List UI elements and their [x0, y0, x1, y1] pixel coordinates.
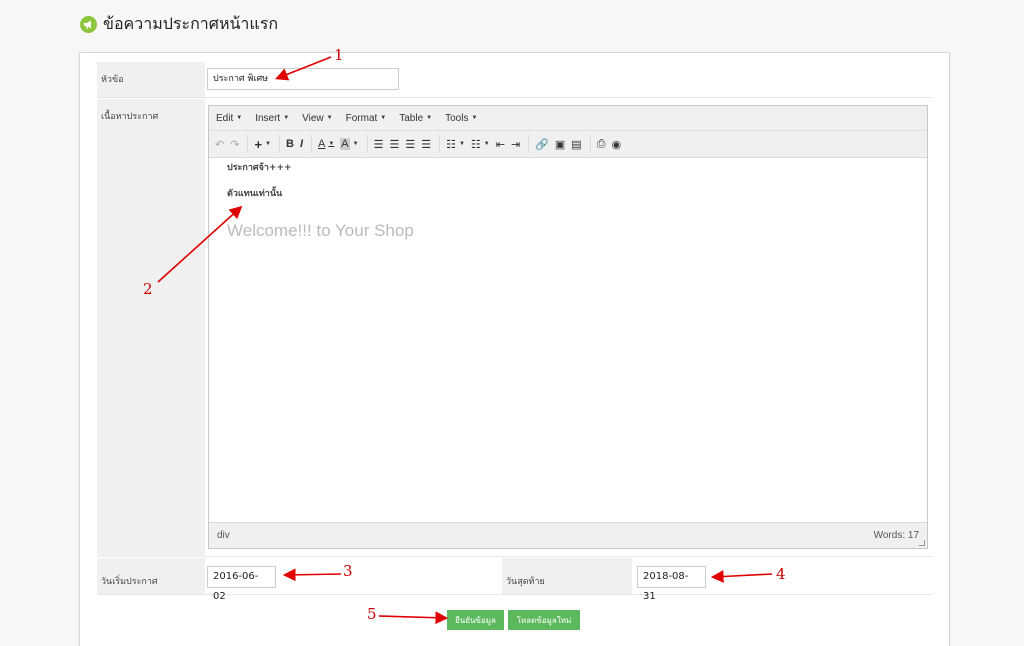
align-justify-icon[interactable]: ☰: [421, 135, 431, 153]
numbered-list-icon[interactable]: ☷ ▼: [471, 135, 490, 153]
megaphone-icon: [80, 15, 97, 33]
editor-menubar: Edit ▼ Insert ▼ View ▼ Format ▼ Table ▼ Tools…: [209, 106, 927, 131]
editor-statusbar: div Words: 17: [209, 522, 927, 548]
editor-content-area[interactable]: ประกาศจ้า+++ ตัวแทนเท่านั้น Welcome!!! t…: [209, 158, 927, 523]
end-date-input[interactable]: 2018-08-31: [637, 566, 706, 602]
image-icon[interactable]: ▣: [555, 135, 565, 153]
menu-edit[interactable]: Edit ▼: [216, 113, 242, 124]
word-count: Words: 17: [873, 530, 919, 541]
outdent-icon[interactable]: ⇤: [496, 135, 505, 153]
link-icon[interactable]: 🔗: [535, 135, 549, 153]
title-input[interactable]: ประกาศ พิเศษ: [207, 68, 399, 90]
confirm-button[interactable]: ยืนยันข้อมูล: [447, 610, 504, 630]
annotation-number: 1: [334, 46, 344, 64]
menu-view[interactable]: View ▼: [302, 113, 332, 124]
page-title: ข้อความประกาศหน้าแรก: [103, 13, 278, 33]
annotation-number: 2: [143, 280, 153, 298]
welcome-text: Welcome!!! to Your Shop: [227, 221, 414, 240]
resize-handle-icon[interactable]: [919, 540, 925, 546]
menu-format[interactable]: Format ▼: [346, 113, 387, 124]
insert-plus-icon[interactable]: + ▼: [254, 135, 271, 153]
align-left-icon[interactable]: ☰: [374, 135, 384, 153]
content-label: เนื้อหาประกาศ: [97, 99, 205, 557]
text-color-icon[interactable]: A ▼: [318, 135, 334, 153]
menu-table[interactable]: Table ▼: [399, 113, 432, 124]
italic-icon[interactable]: I: [300, 135, 303, 153]
align-right-icon[interactable]: ☰: [405, 135, 415, 153]
media-icon[interactable]: ▤: [571, 135, 581, 153]
bold-icon[interactable]: B: [286, 135, 294, 153]
element-path[interactable]: div: [217, 530, 230, 541]
bullet-list-icon[interactable]: ☷ ▼: [446, 135, 465, 153]
menu-tools[interactable]: Tools ▼: [445, 113, 477, 124]
print-icon[interactable]: ⎙: [597, 135, 606, 153]
start-date-input[interactable]: 2016-06-02: [207, 566, 276, 602]
indent-icon[interactable]: ⇥: [511, 135, 520, 153]
editor-toolbar: ↶ ↷ + ▼ B I A ▼ A ▼ ☰ ☰ ☰ ☰ ☷ ▼ ☷ ▼ ⇤ ⇥ 🔗 ▣ ▤…: [209, 131, 927, 158]
background-color-icon[interactable]: A ▼: [340, 135, 359, 153]
content-line: ตัวแทนเท่านั้น: [227, 189, 283, 199]
redo-icon[interactable]: ↷: [230, 135, 239, 153]
page-header: ข้อความประกาศหน้าแรก: [80, 12, 278, 36]
content-line: ประกาศจ้า+++: [227, 163, 292, 173]
rich-text-editor: Edit ▼ Insert ▼ View ▼ Format ▼ Table ▼ Tools…: [208, 105, 928, 549]
annotation-number: 3: [343, 562, 353, 580]
annotation-number: 5: [367, 605, 377, 623]
menu-insert[interactable]: Insert ▼: [255, 113, 289, 124]
title-label: หัวข้อ: [97, 62, 205, 97]
undo-icon[interactable]: ↶: [215, 135, 224, 153]
annotation-number: 4: [776, 565, 786, 583]
start-date-label: วันเริ่มประกาศ: [97, 558, 205, 594]
reload-button[interactable]: โหลดข้อมูลใหม่: [508, 610, 580, 630]
align-center-icon[interactable]: ☰: [389, 135, 399, 153]
preview-icon[interactable]: ◉: [612, 135, 622, 153]
end-date-label: วันสุดท้าย: [502, 558, 632, 594]
